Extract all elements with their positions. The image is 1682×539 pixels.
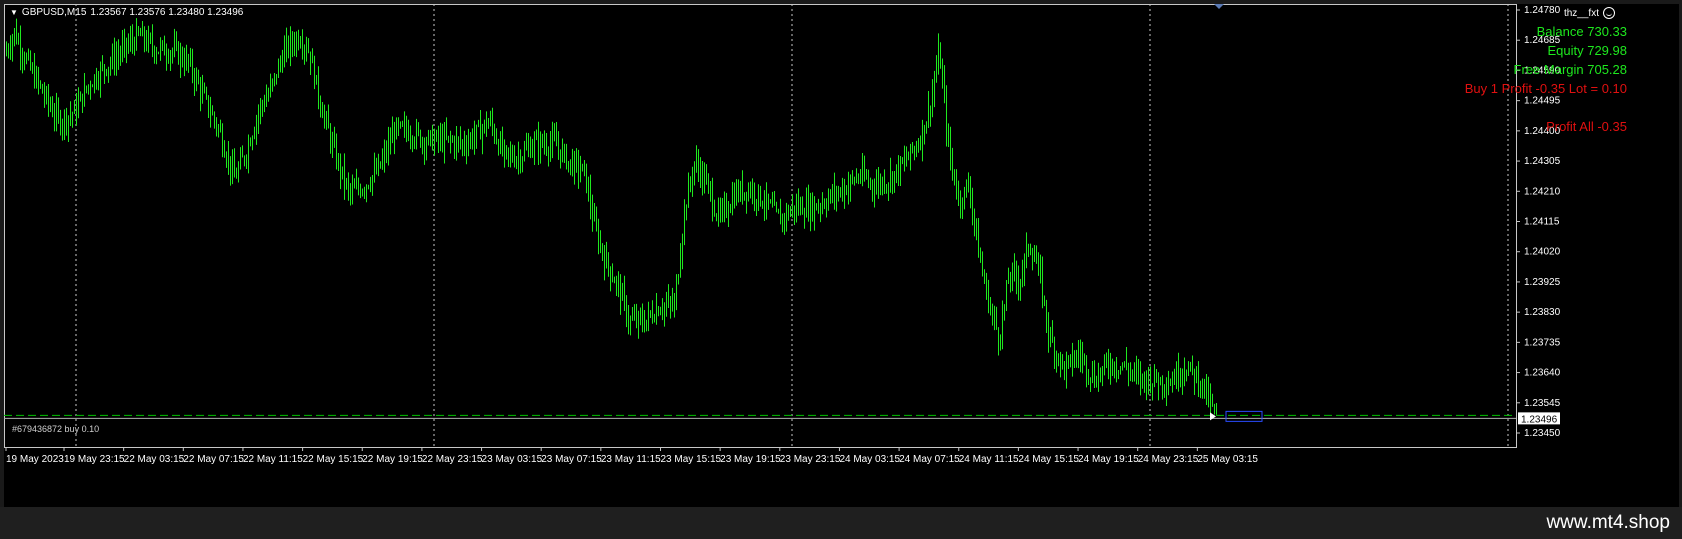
chart-grid [75,4,1509,447]
equity-text: Equity 729.98 [1547,43,1627,58]
time-tick-label: 23 May 11:15 [601,454,661,465]
price-chart[interactable]: 1.247801.246851.245901.244951.244001.243… [4,4,1679,507]
time-tick-label: 22 May 15:15 [303,454,364,465]
chart-shift-icon[interactable] [1214,4,1224,9]
time-tick-label: 22 May 11:15 [243,454,303,465]
axes: 1.247801.246851.245901.244951.244001.243… [4,4,1561,465]
time-tick-label: 24 May 11:15 [959,454,1019,465]
time-tick-label: 23 May 03:15 [482,454,543,465]
price-tick-label: 1.24780 [1524,5,1561,16]
time-tick-label: 24 May 07:15 [899,454,960,465]
time-tick-label: 24 May 19:15 [1078,454,1139,465]
free-margin-text: Free Margin 705.28 [1513,62,1627,77]
time-tick-label: 22 May 07:15 [183,454,244,465]
footer-bar [0,507,1682,539]
price-tick-label: 1.24020 [1524,247,1561,258]
collapse-triangle-icon[interactable]: ▼ [10,8,18,17]
trade-arrow-icon [1210,412,1216,421]
time-tick-label: 22 May 19:15 [362,454,423,465]
price-tick-label: 1.23640 [1524,368,1561,379]
time-tick-label: 24 May 23:15 [1138,454,1199,465]
account-info-panel: Balance 730.33 Equity 729.98 Free Margin… [1465,22,1627,136]
symbol-header[interactable]: ▼ GBPUSD,M15 1.23567 1.23576 1.23480 1.2… [10,7,243,18]
ohlc-values: 1.23567 1.23576 1.23480 1.23496 [90,7,244,18]
time-tick-label: 19 May 2023 [6,454,64,465]
time-tick-label: 22 May 03:15 [124,454,185,465]
expert-advisor-label[interactable]: thz__fxt [1564,7,1615,19]
time-tick-label: 23 May 07:15 [541,454,602,465]
price-tick-label: 1.24210 [1524,186,1561,197]
time-tick-label: 22 May 23:15 [422,454,483,465]
time-tick-label: 23 May 23:15 [780,454,841,465]
brand-watermark: www.mt4.shop [1546,512,1670,533]
ea-name-text: thz__fxt [1563,7,1599,19]
price-tick-label: 1.23830 [1524,307,1561,318]
price-tick-label: 1.23545 [1524,398,1561,409]
time-tick-label: 24 May 03:15 [839,454,900,465]
chart-window[interactable]: 1.24780 1.24685 1.24590 1.24495 1.24400 1.243… [4,4,1679,507]
balance-text: Balance 730.33 [1536,24,1627,39]
current-price-label: 1.23496 [1521,414,1558,425]
candles [6,18,1217,415]
price-tick-label: 1.23925 [1524,277,1561,288]
time-tick-label: 23 May 19:15 [720,454,781,465]
profit-all-text: Profit All -0.35 [1546,119,1627,134]
price-tick-label: 1.23735 [1524,337,1561,348]
symbol-label: GBPUSD,M15 [21,7,87,18]
order-marker-box[interactable] [1225,410,1263,422]
plot-border [4,4,1517,448]
price-tick-label: 1.23450 [1524,428,1561,439]
position-text: Buy 1 Profit -0.35 Lot = 0.10 [1464,81,1627,96]
price-tick-label: 1.24115 [1524,217,1560,228]
time-tick-label: 24 May 15:15 [1018,454,1079,465]
price-tick-label: 1.24305 [1524,156,1561,167]
order-line-label[interactable]: #679436872 buy 0.10 [12,424,99,434]
time-tick-label: 23 May 15:15 [661,454,722,465]
smiley-icon [1603,7,1615,19]
time-tick-label: 19 May 23:15 [64,454,125,465]
time-tick-label: 25 May 03:15 [1197,454,1258,465]
